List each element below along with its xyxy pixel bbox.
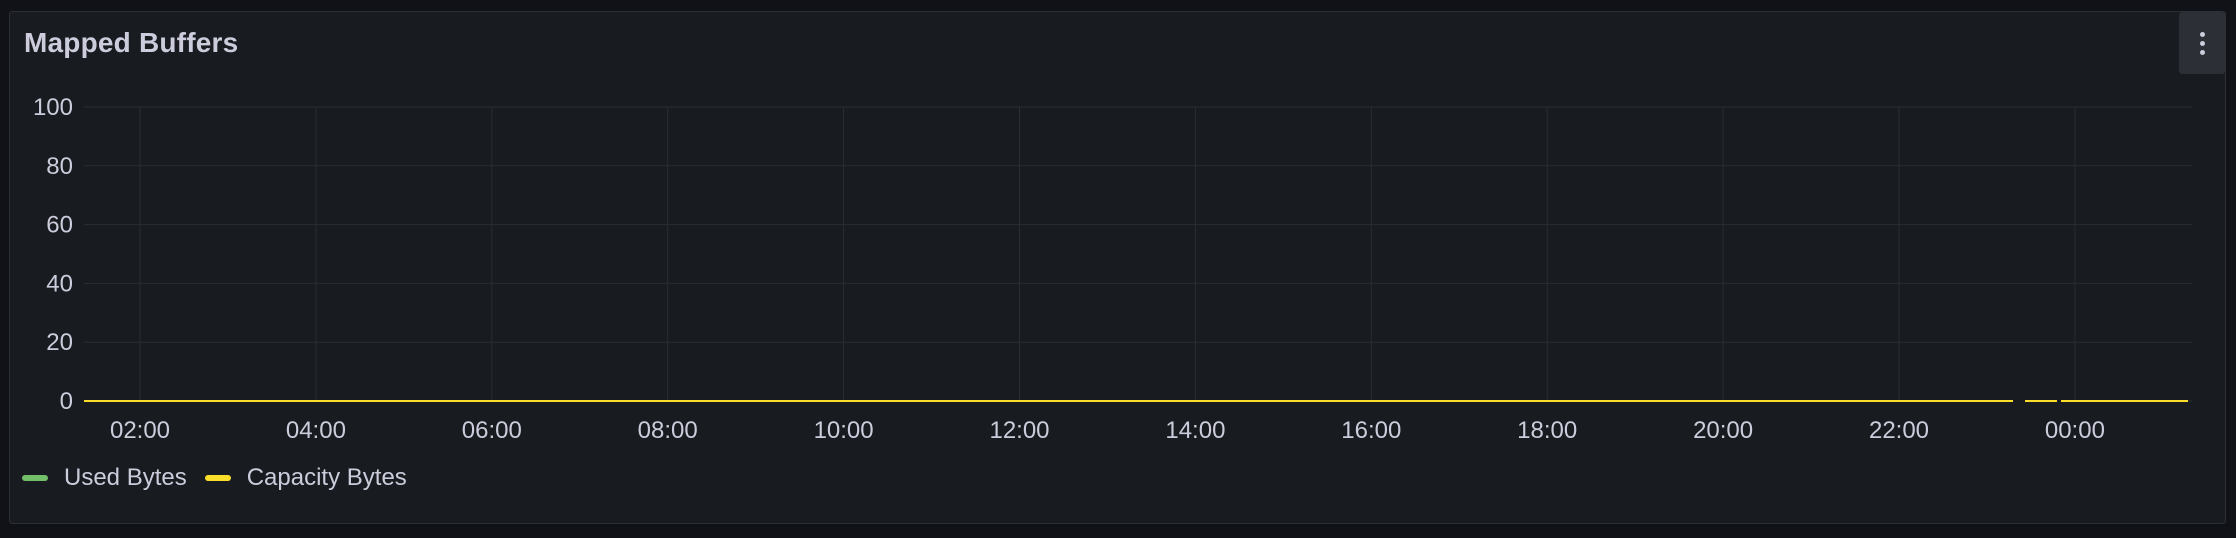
x-tick-label: 02:00 bbox=[110, 417, 170, 444]
x-tick-label: 00:00 bbox=[2045, 417, 2105, 444]
x-tick-label: 06:00 bbox=[462, 417, 522, 444]
legend-item-capacity-bytes[interactable]: Capacity Bytes bbox=[204, 464, 407, 492]
x-tick-label: 16:00 bbox=[1341, 417, 1401, 444]
x-tick-label: 04:00 bbox=[286, 417, 346, 444]
x-tick-label: 18:00 bbox=[1517, 417, 1577, 444]
x-tick-label: 20:00 bbox=[1693, 417, 1753, 444]
line-chart: 0 20 40 60 80 100 02:00 04:00 06:00 08:00 10:00 12:… bbox=[33, 94, 2192, 444]
legend-swatch bbox=[22, 475, 48, 481]
legend: Used Bytes Capacity Bytes bbox=[22, 464, 425, 492]
series-gap bbox=[2013, 398, 2025, 404]
x-tick-label: 22:00 bbox=[1869, 417, 1929, 444]
y-tick-label: 0 bbox=[60, 388, 73, 415]
x-tick-label: 14:00 bbox=[1165, 417, 1225, 444]
x-tick-label: 08:00 bbox=[638, 417, 698, 444]
y-tick-label: 100 bbox=[33, 94, 73, 121]
y-tick-label: 20 bbox=[46, 329, 73, 356]
y-tick-label: 80 bbox=[46, 153, 73, 180]
legend-label: Capacity Bytes bbox=[246, 464, 407, 491]
series-gap bbox=[2057, 398, 2061, 404]
x-tick-label: 12:00 bbox=[989, 417, 1049, 444]
y-tick-label: 60 bbox=[46, 212, 73, 239]
legend-swatch bbox=[204, 475, 231, 481]
legend-label: Used Bytes bbox=[64, 464, 187, 491]
y-tick-label: 40 bbox=[46, 270, 73, 297]
legend-item-used-bytes[interactable]: Used Bytes bbox=[22, 464, 187, 492]
x-tick-label: 10:00 bbox=[814, 417, 874, 444]
